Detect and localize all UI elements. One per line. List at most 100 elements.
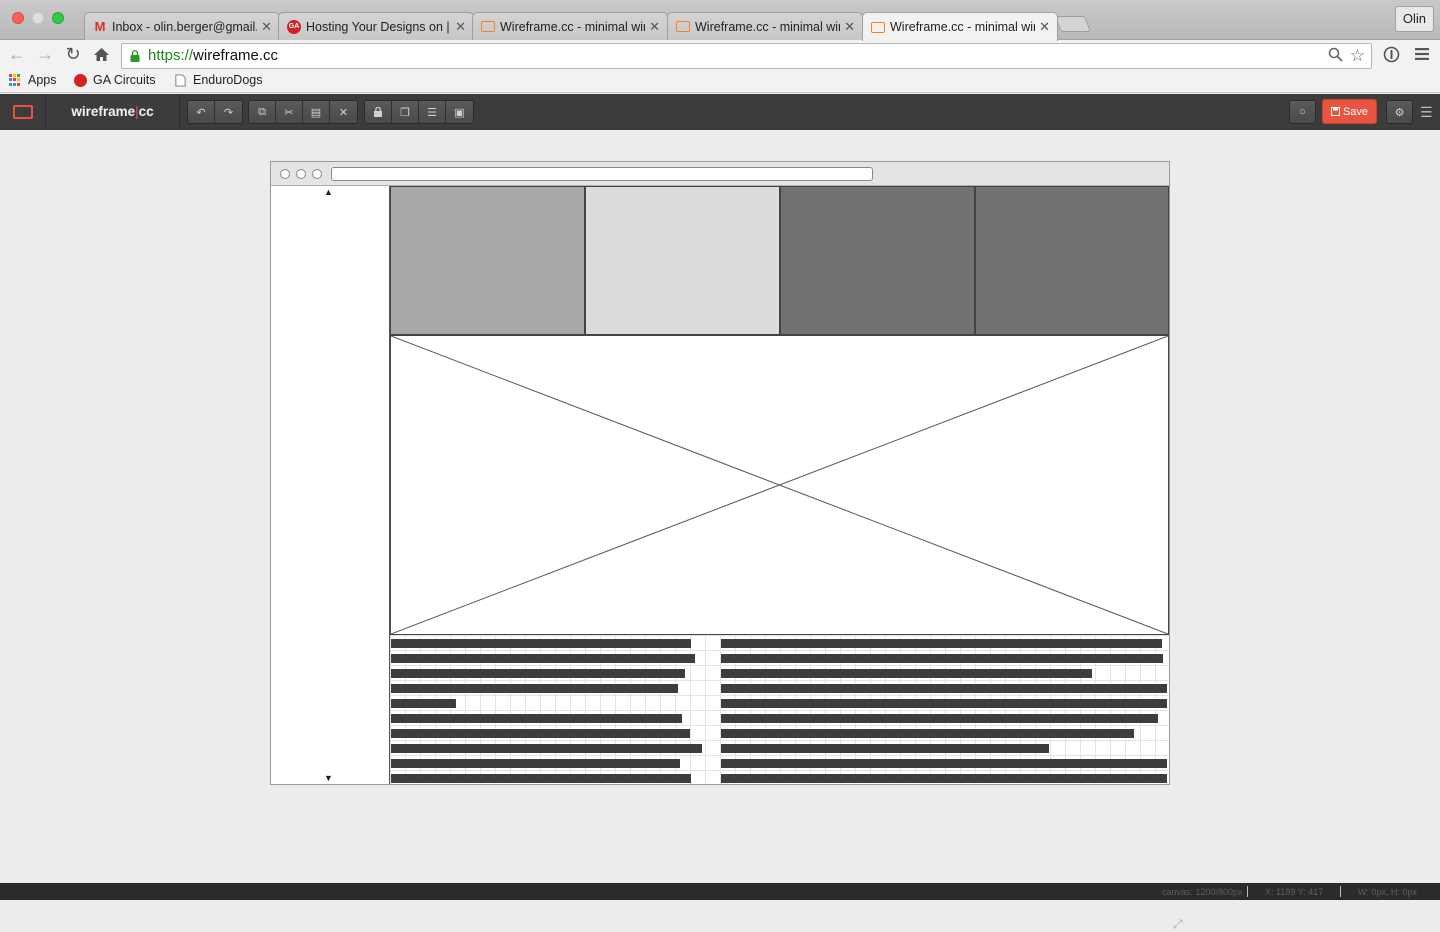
text-line-placeholder [391, 744, 702, 753]
scroll-down-icon[interactable]: ▼ [324, 773, 333, 783]
bookmark-star-icon[interactable]: ☆ [1350, 44, 1365, 68]
wireframe-dot [296, 169, 306, 179]
wireframe-icon [676, 21, 690, 32]
text-line-placeholder [721, 744, 1049, 753]
wireframe-browser-bar [271, 162, 1169, 186]
document-icon [175, 73, 186, 87]
wireframe-icon [481, 21, 495, 32]
url-host: wireframe.cc [193, 47, 279, 64]
lock-icon [130, 50, 140, 62]
comment-icon: ○ [1290, 101, 1315, 123]
reload-icon[interactable]: ↻ [61, 42, 85, 66]
text-line-placeholder [391, 729, 690, 738]
browser-toolbar: ← → ↻ https://wireframe.cc ☆ [0, 40, 1440, 70]
lock-element-icon[interactable] [365, 101, 392, 123]
text-line-placeholder [721, 654, 1163, 663]
tab-wireframe-active[interactable]: Wireframe.cc - minimal wir ✕ [862, 12, 1058, 41]
bookmark-label: EnduroDogs [193, 73, 263, 87]
tab-close-icon[interactable]: ✕ [844, 19, 855, 35]
brand-cc: cc [138, 104, 154, 119]
status-divider [1247, 886, 1248, 897]
bookmark-label: GA Circuits [93, 73, 156, 87]
wireframe-icon [871, 21, 885, 33]
floppy-icon [1330, 107, 1340, 116]
tab-close-icon[interactable]: ✕ [649, 19, 660, 35]
design-canvas[interactable]: ▲ ▼ ⤢ [0, 130, 1440, 931]
tab-wireframe-2[interactable]: Wireframe.cc - minimal wir ✕ [667, 12, 863, 40]
tab-ga-circuits[interactable]: GA Hosting Your Designs on | ✕ [278, 12, 474, 40]
home-icon[interactable] [89, 42, 113, 66]
search-icon[interactable] [1328, 46, 1343, 70]
browser-titlebar: M Inbox - olin.berger@gmail.c ✕ GA Hosti… [0, 0, 1440, 41]
wireframe-block-3[interactable] [780, 186, 975, 335]
wireframe-block-2[interactable] [585, 186, 780, 335]
image-placeholder[interactable] [390, 335, 1169, 635]
canvas-resize-icon[interactable]: ⤢ [1173, 917, 1187, 931]
address-bar[interactable]: https://wireframe.cc ☆ [121, 43, 1372, 69]
undo-icon[interactable]: ↶ [188, 101, 215, 123]
text-paragraph-area[interactable] [390, 635, 1169, 784]
new-tab-button[interactable] [1055, 16, 1091, 32]
bookmark-ga-circuits[interactable]: GA Circuits [74, 73, 156, 87]
wireframe-block-4[interactable] [975, 186, 1169, 335]
save-label: Save [1342, 105, 1369, 118]
align-icon[interactable]: ☰ [419, 101, 446, 123]
profile-button[interactable]: Olin [1394, 6, 1434, 32]
cursor-coords-readout: X: 1189 Y: 417 [1265, 887, 1324, 897]
delete-icon[interactable]: ✕ [330, 101, 357, 123]
url-scheme: https:// [148, 47, 194, 64]
extension-icon[interactable] [1379, 42, 1403, 66]
bookmark-apps[interactable]: Apps [9, 73, 57, 87]
bookmark-label: Apps [28, 73, 57, 87]
copy-icon[interactable]: ⧉ [249, 101, 276, 123]
status-divider [1340, 886, 1341, 897]
tab-wireframe-1[interactable]: Wireframe.cc - minimal wir ✕ [472, 12, 668, 40]
bookmarks-bar: Apps GA Circuits EnduroDogs [0, 70, 1440, 93]
tab-title: Wireframe.cc - minimal wir [500, 19, 645, 34]
ga-circuits-icon: GA [287, 19, 301, 34]
apps-grid-icon [9, 73, 22, 87]
back-arrow-icon[interactable]: ← [5, 42, 29, 66]
wireframe-browser-frame[interactable]: ▲ ▼ [270, 161, 1170, 785]
cut-icon[interactable]: ✂ [276, 101, 303, 123]
tab-title: Wireframe.cc - minimal wir [695, 19, 840, 34]
text-line-placeholder [391, 714, 682, 723]
tab-close-icon[interactable]: ✕ [261, 19, 272, 35]
window-minimize-button[interactable] [32, 12, 44, 24]
app-menu-icon[interactable]: ☰ [1420, 104, 1433, 121]
app-logo-icon[interactable] [0, 94, 46, 130]
comment-button[interactable]: ○ [1289, 100, 1316, 124]
app-brand: wireframe|cc [46, 94, 180, 130]
paste-icon[interactable]: ▤ [303, 101, 330, 123]
tab-title: Hosting Your Designs on | [306, 19, 450, 34]
brand-wireframe: wireframe [71, 104, 136, 119]
tab-close-icon[interactable]: ✕ [1039, 19, 1050, 35]
group-icon[interactable]: ▣ [446, 101, 473, 123]
window-maximize-button[interactable] [52, 12, 64, 24]
save-button[interactable]: Save [1322, 99, 1377, 124]
forward-arrow-icon[interactable]: → [33, 42, 57, 66]
wireframe-dot [280, 169, 290, 179]
redo-icon[interactable]: ↷ [215, 101, 242, 123]
tab-gmail[interactable]: M Inbox - olin.berger@gmail.c ✕ [84, 12, 280, 40]
text-line-placeholder [721, 774, 1167, 783]
status-bar: canvas: 1200/800px X: 1189 Y: 417 W: 0px… [0, 883, 1440, 900]
wireframe-block-1[interactable] [390, 186, 585, 335]
text-line-placeholder [721, 684, 1167, 693]
window-close-button[interactable] [12, 12, 24, 24]
bookmark-endurodogs[interactable]: EnduroDogs [174, 73, 263, 87]
settings-button[interactable]: ⚙ [1386, 100, 1413, 124]
text-line-placeholder [721, 639, 1162, 648]
text-line-placeholder [721, 714, 1158, 723]
duplicate-icon[interactable]: ❐ [392, 101, 419, 123]
chrome-menu-icon[interactable] [1410, 42, 1434, 66]
text-line-placeholder [391, 774, 691, 783]
text-line-placeholder [391, 759, 680, 768]
text-line-placeholder [721, 669, 1092, 678]
wireframe-scroll-sidebar[interactable]: ▲ ▼ [271, 186, 390, 784]
scroll-up-icon[interactable]: ▲ [324, 187, 333, 197]
wireframe-url-field [331, 167, 873, 181]
tab-title: Wireframe.cc - minimal wir [890, 20, 1035, 34]
text-line-placeholder [721, 729, 1134, 738]
tab-close-icon[interactable]: ✕ [455, 19, 466, 35]
